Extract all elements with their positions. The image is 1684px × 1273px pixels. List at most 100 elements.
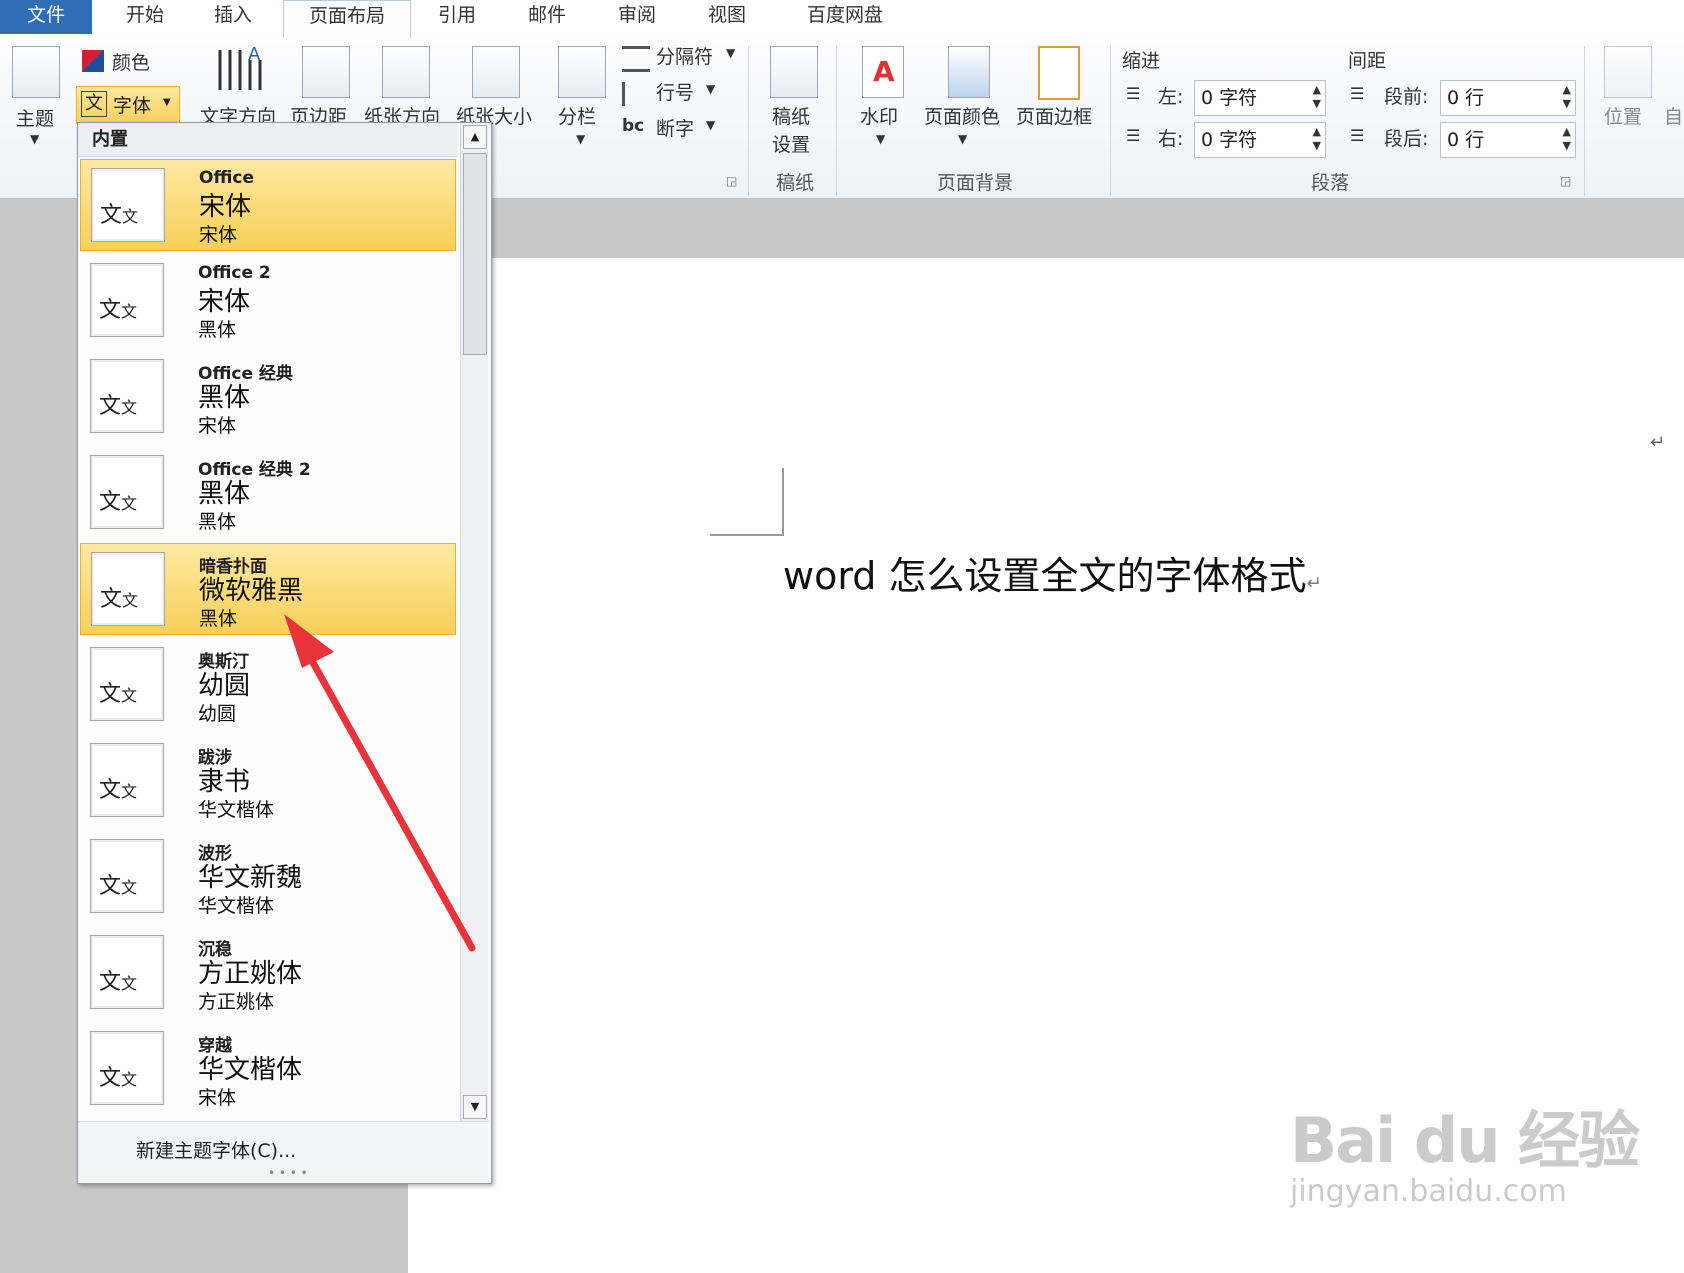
preview-text: 文文 — [100, 203, 139, 228]
page-borders-button[interactable]: 页面边框 — [1016, 102, 1092, 129]
tab-insert[interactable]: 插入 — [198, 0, 268, 30]
spacing-before-input[interactable]: 0 行 ▲ ▼ — [1440, 80, 1576, 116]
theme-heading-font: 黑体 — [198, 479, 251, 509]
page-borders-icon — [1038, 46, 1080, 100]
theme-font-preview: 文文 — [90, 839, 164, 913]
spinner-arrows-icon[interactable]: ▲ ▼ — [1313, 83, 1321, 111]
tab-home[interactable]: 开始 — [110, 0, 180, 30]
spinner-arrows-icon[interactable]: ▲ ▼ — [1563, 83, 1571, 111]
chevron-down-icon: ▼ — [163, 97, 171, 108]
theme-heading-font: 华文楷体 — [198, 1055, 303, 1085]
theme-font-preview: 文文 — [90, 359, 164, 433]
theme-font-item[interactable]: 文文 奥斯汀 幼圆 幼圆 — [80, 639, 456, 731]
document-title-text[interactable]: word 怎么设置全文的字体格式↵ — [783, 545, 1322, 600]
page-color-button[interactable]: 页面颜色 — [924, 102, 1000, 129]
chevron-down-icon: ▼ — [30, 132, 40, 146]
paragraph-group-label: 段落 — [1310, 172, 1349, 194]
indent-left-input[interactable]: 0 字符 ▲ ▼ — [1194, 80, 1326, 116]
theme-fonts-label: 字体 — [113, 95, 152, 117]
theme-font-preview: 文文 — [90, 647, 164, 721]
theme-colors-button[interactable]: 颜色 — [112, 48, 150, 75]
indent-right-input[interactable]: 0 字符 ▲ ▼ — [1194, 122, 1326, 158]
theme-heading-font: 隶书 — [198, 767, 251, 797]
tab-page-layout[interactable]: 页面布局 — [283, 0, 411, 39]
manuscript-settings-line2[interactable]: 设置 — [772, 130, 810, 157]
spacing-after-icon: ☰ — [1350, 126, 1365, 145]
theme-body-font: 黑体 — [198, 511, 237, 533]
paragraph-launcher-icon[interactable]: ◲ — [1560, 174, 1571, 188]
chevron-down-icon: ▼ — [706, 118, 716, 132]
theme-heading-font: 黑体 — [198, 383, 251, 413]
scroll-down-icon[interactable]: ▼ — [463, 1095, 487, 1119]
preview-text: 文文 — [99, 490, 138, 515]
dropdown-section-header: 内置 — [78, 123, 458, 157]
tab-references[interactable]: 引用 — [422, 0, 492, 30]
indent-left-value: 0 字符 — [1201, 87, 1258, 109]
resize-grip-icon[interactable]: • • • • — [268, 1166, 308, 1180]
breaks-button[interactable]: 分隔符 — [656, 42, 713, 69]
position-icon — [1604, 46, 1652, 98]
spinner-arrows-icon[interactable]: ▲ ▼ — [1313, 125, 1321, 153]
paragraph-mark-icon: ↵ — [1306, 573, 1322, 594]
hyphenation-button[interactable]: 断字 — [656, 114, 694, 141]
line-numbers-button[interactable]: 行号 — [656, 78, 694, 105]
size-icon — [472, 46, 520, 98]
chevron-down-icon: ▼ — [958, 132, 968, 146]
hyphenation-icon: bc — [622, 116, 645, 136]
watermark-button[interactable]: 水印 — [860, 102, 898, 129]
preview-text: 文文 — [99, 778, 138, 803]
margins-icon — [302, 46, 350, 98]
theme-font-preview: 文文 — [90, 263, 164, 337]
columns-icon — [558, 46, 606, 98]
position-button[interactable]: 位置 — [1604, 102, 1642, 129]
orientation-icon — [382, 46, 430, 98]
tab-baidu-netdisk[interactable]: 百度网盘 — [790, 0, 900, 30]
theme-font-preview: 文文 — [90, 743, 164, 817]
scroll-up-icon[interactable]: ▲ — [463, 125, 487, 149]
spacing-title: 间距 — [1348, 50, 1387, 72]
page-setup-launcher-icon[interactable]: ◲ — [726, 174, 737, 188]
text-direction-icon: A — [214, 44, 268, 94]
theme-font-item[interactable]: 文文 Office 宋体 宋体 — [80, 159, 456, 251]
spinner-arrows-icon[interactable]: ▲ ▼ — [1563, 125, 1571, 153]
theme-heading-font: 宋体 — [198, 287, 251, 317]
theme-colors-icon — [82, 50, 104, 72]
theme-font-item[interactable]: 文文 穿越 华文楷体 宋体 — [80, 1023, 456, 1115]
theme-font-item[interactable]: 文文 Office 2 宋体 黑体 — [80, 255, 456, 347]
theme-font-item[interactable]: 文文 Office 经典 黑体 宋体 — [80, 351, 456, 443]
chevron-down-icon: ▼ — [576, 132, 586, 146]
watermark-icon: A — [862, 46, 904, 98]
themes-button[interactable]: 主题 — [16, 104, 54, 131]
manuscript-settings-line1[interactable]: 稿纸 — [772, 102, 810, 129]
columns-button[interactable]: 分栏 — [558, 102, 596, 129]
theme-font-item[interactable]: 文文 Office 经典 2 黑体 黑体 — [80, 447, 456, 539]
theme-font-item[interactable]: 文文 暗香扑面 微软雅黑 黑体 — [80, 543, 456, 635]
theme-body-font: 宋体 — [198, 1087, 237, 1109]
tab-mailings[interactable]: 邮件 — [512, 0, 582, 30]
manuscript-icon — [770, 46, 818, 98]
spacing-after-input[interactable]: 0 行 ▲ ▼ — [1440, 122, 1576, 158]
dropdown-scrollbar[interactable]: ▲ ▼ — [460, 123, 489, 1121]
preview-text: 文文 — [99, 682, 138, 707]
chevron-down-icon: ▼ — [706, 82, 716, 96]
theme-font-item[interactable]: 文文 沉稳 方正姚体 方正姚体 — [80, 927, 456, 1019]
tab-file[interactable]: 文件 — [0, 0, 92, 34]
theme-body-font: 华文楷体 — [198, 799, 275, 821]
tab-review[interactable]: 审阅 — [602, 0, 672, 30]
page-color-icon — [948, 46, 990, 98]
spacing-before-value: 0 行 — [1447, 87, 1485, 109]
svg-text:A: A — [248, 44, 261, 65]
theme-body-font: 黑体 — [198, 319, 237, 341]
indent-right-icon: ☰ — [1126, 126, 1141, 145]
theme-font-preview: 文文 — [90, 1031, 164, 1105]
theme-body-font: 幼圆 — [198, 703, 237, 725]
scroll-thumb[interactable] — [463, 153, 487, 355]
wrap-text-button-partial[interactable]: 自 — [1664, 102, 1683, 129]
line-numbers-icon — [622, 82, 649, 106]
theme-body-font: 宋体 — [199, 224, 238, 246]
theme-font-item[interactable]: 文文 波形 华文新魏 华文楷体 — [80, 831, 456, 923]
new-theme-fonts-button[interactable]: 新建主题字体(C)... — [136, 1136, 296, 1163]
theme-fonts-button[interactable]: 文 字体 ▼ — [76, 86, 180, 124]
tab-view[interactable]: 视图 — [692, 0, 762, 30]
theme-font-item[interactable]: 文文 跋涉 隶书 华文楷体 — [80, 735, 456, 827]
